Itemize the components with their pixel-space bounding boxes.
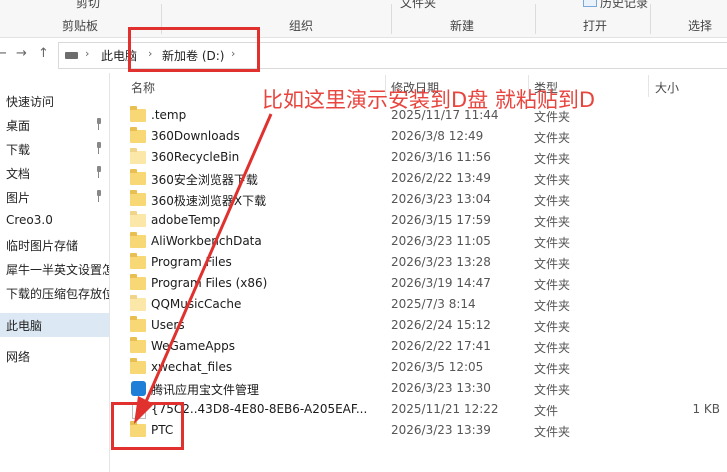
- arrow-line: [143, 113, 273, 405]
- arrow-head: [134, 396, 154, 424]
- annotation-arrow-icon: [134, 113, 273, 424]
